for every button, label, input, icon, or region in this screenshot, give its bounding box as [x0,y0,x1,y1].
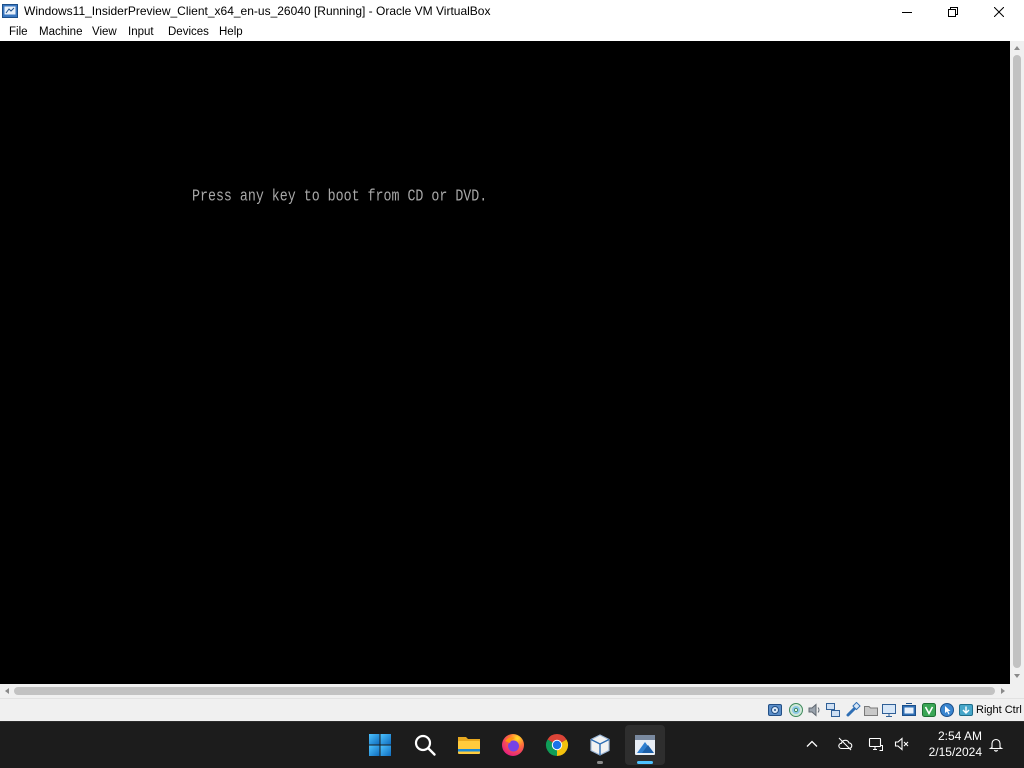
notification-bell-icon[interactable] [988,736,1004,752]
restore-button[interactable] [930,0,976,23]
menu-devices[interactable]: Devices [168,23,209,41]
ethernet-network-icon[interactable] [868,736,884,752]
title-bar[interactable]: Windows11_InsiderPreview_Client_x64_en-u… [0,0,1024,23]
vm-display[interactable]: Press any key to boot from CD or DVD. [0,41,1010,684]
active-indicator [637,761,653,764]
clock-date: 2/15/2024 [928,745,982,759]
close-button[interactable] [976,0,1022,23]
recording-icon[interactable] [901,702,917,718]
search-button[interactable] [405,725,445,765]
scroll-down-arrow[interactable] [1013,672,1021,680]
keyboard-capture-icon[interactable] [958,702,974,718]
start-button[interactable] [360,725,400,765]
menu-input[interactable]: Input [128,23,154,41]
chrome-button[interactable] [537,725,577,765]
horizontal-scrollbar[interactable] [0,684,1010,698]
virtualbox-manager-icon [588,733,612,757]
scroll-left-arrow[interactable] [3,687,11,695]
clock[interactable]: 2:54 AM 2/15/2024 [912,728,982,760]
firefox-button[interactable] [493,725,533,765]
scroll-right-arrow[interactable] [999,687,1007,695]
window-title: Windows11_InsiderPreview_Client_x64_en-u… [24,4,491,18]
hard-disk-icon[interactable] [767,702,783,718]
chevron-up-icon[interactable] [804,736,820,752]
optical-drive-icon[interactable] [788,702,804,718]
status-bar: Right Ctrl [0,698,1024,721]
vertical-scrollbar[interactable] [1010,41,1024,684]
windows-start-icon [368,733,392,757]
display-icon[interactable] [881,702,897,718]
running-indicator [597,761,603,764]
virtualbox-vm-button[interactable] [625,725,665,765]
search-icon [413,733,437,757]
mouse-integration-icon[interactable] [939,702,955,718]
volume-muted-icon[interactable] [894,736,910,752]
clock-time: 2:54 AM [937,729,982,743]
minimize-button[interactable] [884,0,930,23]
firefox-icon [501,733,525,757]
chrome-icon [545,733,569,757]
vertical-scroll-thumb[interactable] [1013,55,1021,668]
virtualbox-vm-icon [633,733,657,757]
usb-icon[interactable] [845,702,861,718]
scrollbar-corner [1010,684,1024,698]
close-icon [994,6,1004,17]
vm-os-icon[interactable] [2,3,18,19]
cloud-offline-icon[interactable] [837,736,853,752]
audio-icon[interactable] [807,702,823,718]
menu-machine[interactable]: Machine [39,23,82,41]
minimize-icon [902,7,912,17]
menu-file[interactable]: File [9,23,28,41]
virtualbox-manager-button[interactable] [580,725,620,765]
horizontal-scroll-thumb[interactable] [14,687,995,695]
scroll-up-arrow[interactable] [1013,44,1021,52]
network-icon[interactable] [825,702,841,718]
menu-help[interactable]: Help [219,23,243,41]
file-explorer-icon [457,733,481,757]
restore-icon [948,6,958,17]
taskbar: 2:54 AM 2/15/2024 [0,721,1024,768]
menu-view[interactable]: View [92,23,117,41]
menu-bar: File Machine View Input Devices Help [0,23,1024,41]
boot-message: Press any key to boot from CD or DVD. [192,186,488,206]
host-key-label: Right Ctrl [976,704,1022,716]
shared-folders-icon[interactable] [863,702,879,718]
virtualization-icon[interactable] [921,702,937,718]
file-explorer-button[interactable] [449,725,489,765]
